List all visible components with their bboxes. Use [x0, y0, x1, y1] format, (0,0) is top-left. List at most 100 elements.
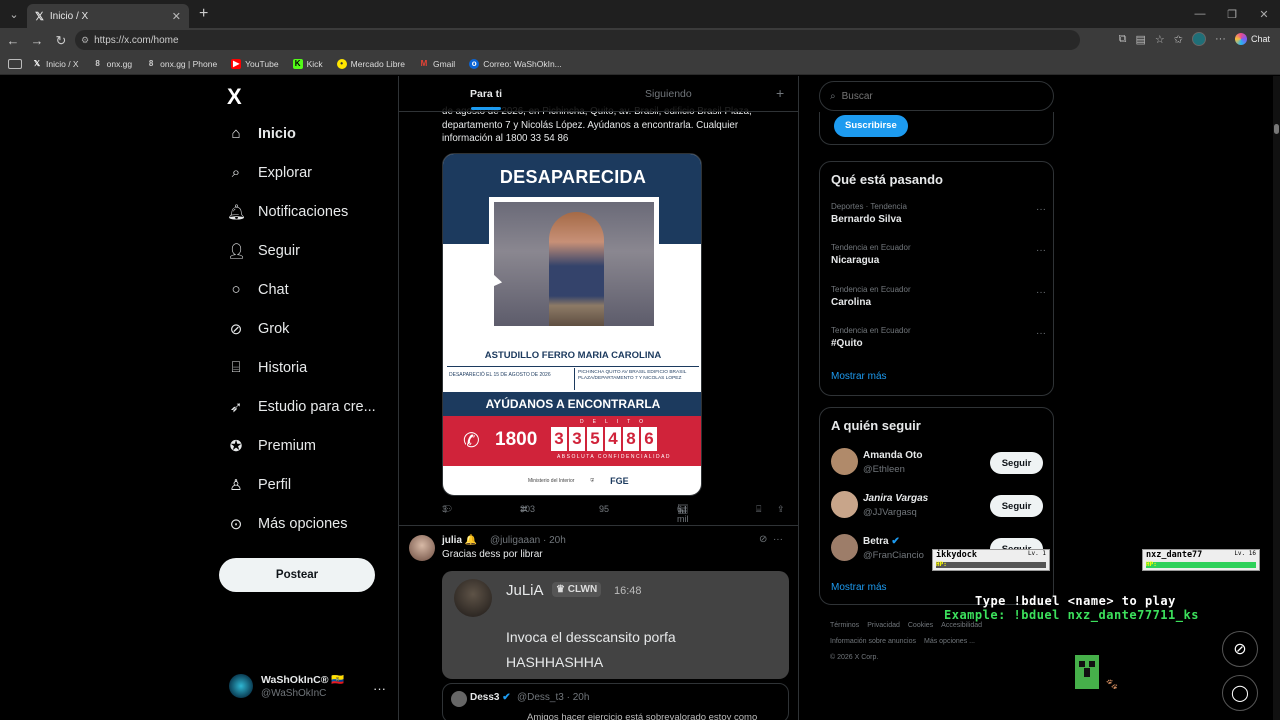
footer-link[interactable]: Accesibilidad: [941, 622, 982, 629]
follow-suggestion[interactable]: Janira Vargas @JJVargasq Seguir: [831, 491, 1046, 521]
poster-delito: DELITO: [580, 419, 652, 425]
quoted-tweet[interactable]: Dess3 ✔ @Dess_t3 · 20h Amigos hacer ejer…: [442, 683, 789, 720]
trend-item[interactable]: Tendencia en Ecuador Nicaragua ···: [831, 243, 1046, 266]
x-logo[interactable]: X: [227, 84, 242, 110]
forward-icon[interactable]: →: [26, 33, 48, 48]
restore-icon[interactable]: ❐: [1216, 8, 1248, 21]
follow-title: A quién seguir: [831, 418, 921, 433]
photo-background: [494, 202, 654, 326]
kick-icon: K: [292, 58, 303, 69]
bookmark-mercado-libre[interactable]: • Mercado Libre: [336, 58, 405, 69]
new-tab-icon[interactable]: +: [199, 5, 208, 23]
close-tab-icon[interactable]: ✕: [172, 10, 181, 23]
tab-siguiendo[interactable]: Siguiendo: [645, 88, 692, 100]
more-icon[interactable]: ···: [773, 534, 783, 545]
trend-item[interactable]: Tendencia en Ecuador Carolina ···: [831, 285, 1046, 308]
tweet-author-name[interactable]: julia 🔔: [442, 535, 477, 546]
avatar: [451, 691, 467, 707]
close-window-icon[interactable]: ✕: [1248, 8, 1280, 21]
footer-link[interactable]: Información sobre anuncios: [830, 638, 916, 645]
bookmark-onx-phone[interactable]: 8 onx.gg | Phone: [146, 59, 217, 69]
sidebar-item-mas-opciones[interactable]: ⊙ Más opciones: [227, 515, 348, 533]
account-handle: @WaShOkInC: [261, 688, 327, 699]
sidebar-item-perfil[interactable]: ♙ Perfil: [227, 476, 291, 494]
sidebar-item-notificaciones[interactable]: 🔔︎ Notificaciones: [227, 203, 348, 221]
show-more-link[interactable]: Mostrar más: [831, 582, 887, 593]
grok-icon[interactable]: ⊘: [759, 534, 767, 545]
share-icon[interactable]: ⇪: [777, 504, 785, 515]
favorite-star-icon[interactable]: ☆: [1155, 33, 1165, 46]
verified-icon: ✔: [502, 692, 511, 703]
bookmark-youtube[interactable]: ▶ YouTube: [231, 58, 279, 69]
sidebar-item-seguir[interactable]: 👤︎ Seguir: [227, 242, 300, 260]
account-menu-icon[interactable]: ···: [373, 681, 386, 696]
footer-link[interactable]: Cookies: [908, 622, 933, 629]
creeper-icon: [1075, 655, 1099, 689]
trend-item[interactable]: Deportes · Tendencia Bernardo Silva ···: [831, 202, 1046, 225]
subscribe-button[interactable]: Suscribirse: [834, 115, 908, 137]
account-switcher[interactable]: WaShOkInC® 🇪🇨 @WaShOkInC: [229, 673, 344, 699]
profile-avatar-icon[interactable]: [1191, 32, 1206, 46]
reading-view-icon[interactable]: ▤: [1135, 33, 1145, 46]
grok-float-button[interactable]: ⊘: [1222, 631, 1258, 667]
tweet-media-card[interactable]: JuLiA ♛ CLWN 16:48 Invoca el desscansito…: [442, 571, 789, 679]
bookmark-gmail[interactable]: M Gmail: [419, 59, 456, 69]
sidebar-item-inicio[interactable]: ⌂ Inicio: [227, 125, 295, 142]
bookmark-correo[interactable]: o Correo: WaShOkIn...: [469, 58, 562, 69]
post-button[interactable]: Postear: [219, 558, 375, 592]
sidebar-item-estudio[interactable]: ➶ Estudio para cre...: [227, 398, 376, 416]
bookmark-inicio-x[interactable]: 𝕏 Inicio / X: [32, 59, 79, 69]
copilot-chat-button[interactable]: Chat: [1234, 33, 1270, 45]
add-tab-icon[interactable]: +: [776, 85, 784, 101]
sidebar-item-label: Más opciones: [258, 516, 348, 532]
follow-button[interactable]: Seguir: [990, 495, 1043, 517]
search-box[interactable]: ⌕: [819, 81, 1054, 111]
browser-tab[interactable]: 𝕏 Inicio / X ✕: [27, 4, 189, 28]
url-field[interactable]: ⚙ https://x.com/home: [75, 30, 1080, 50]
more-tools-icon[interactable]: ···: [1215, 33, 1226, 45]
missing-person-poster[interactable]: DESAPARECIDA ASTUDILLO FERRO MARIA CAROL…: [442, 153, 702, 496]
bookmark-onx[interactable]: 8 onx.gg: [93, 59, 132, 69]
search-icon: ⌕: [830, 90, 836, 102]
footer-link[interactable]: Términos: [830, 622, 859, 629]
tab-list-icon[interactable]: ⌄: [3, 3, 25, 25]
footer-links: Términos Privacidad Cookies Accesibilidad I…: [830, 618, 1060, 666]
sidebar-item-premium[interactable]: ✪ Premium: [227, 437, 316, 455]
favorites-icon[interactable]: ✩: [1174, 33, 1183, 46]
tab-para-ti[interactable]: Para ti: [470, 88, 502, 100]
avatar[interactable]: [409, 535, 435, 561]
sidebar-item-label: Grok: [258, 321, 290, 337]
copyright: © 2026 X Corp.: [830, 654, 879, 661]
reload-icon[interactable]: ↻: [50, 33, 72, 49]
more-icon[interactable]: ···: [1036, 204, 1046, 215]
bookmark-kick[interactable]: K Kick: [292, 58, 323, 69]
split-screen-icon[interactable]: ⧉: [1119, 33, 1127, 46]
duel-player-name: ikkydock: [936, 550, 977, 560]
page-scrollbar[interactable]: [1273, 76, 1280, 720]
premium-icon: ✪: [229, 438, 243, 455]
sidebar-toggle-icon[interactable]: [8, 58, 22, 69]
scrollbar-thumb[interactable]: [1274, 124, 1279, 134]
follow-button[interactable]: Seguir: [990, 452, 1043, 474]
more-icon[interactable]: ···: [1036, 245, 1046, 256]
back-icon[interactable]: ←: [2, 33, 24, 48]
site-info-icon[interactable]: ⚙: [81, 35, 89, 46]
trend-item[interactable]: Tendencia en Ecuador #Quito ···: [831, 326, 1046, 349]
show-more-link[interactable]: Mostrar más: [831, 371, 887, 382]
footer-link[interactable]: Privacidad: [867, 622, 900, 629]
chat-float-button[interactable]: ◯: [1222, 675, 1258, 711]
more-icon[interactable]: ···: [1036, 328, 1046, 339]
quoted-author-label: Dess3: [470, 692, 500, 703]
sidebar-item-explorar[interactable]: ⌕ Explorar: [227, 164, 312, 181]
sidebar-item-grok[interactable]: ⊘ Grok: [227, 320, 290, 338]
bookmark-icon[interactable]: ⌸: [756, 504, 761, 515]
footer-link[interactable]: Más opciones ...: [924, 638, 975, 645]
more-icon[interactable]: ···: [1036, 287, 1046, 298]
search-input[interactable]: [841, 90, 1032, 102]
follow-suggestion[interactable]: Amanda Oto @Ethleen Seguir: [831, 448, 1046, 478]
sidebar-item-chat[interactable]: ○ Chat: [227, 281, 288, 298]
sidebar-item-historia[interactable]: ⌸ Historia: [227, 359, 307, 376]
duel-player-name: nxz_dante77: [1146, 550, 1203, 560]
tweet-text: Gracias dess por librar: [442, 549, 543, 560]
minimize-icon[interactable]: —: [1184, 8, 1216, 20]
